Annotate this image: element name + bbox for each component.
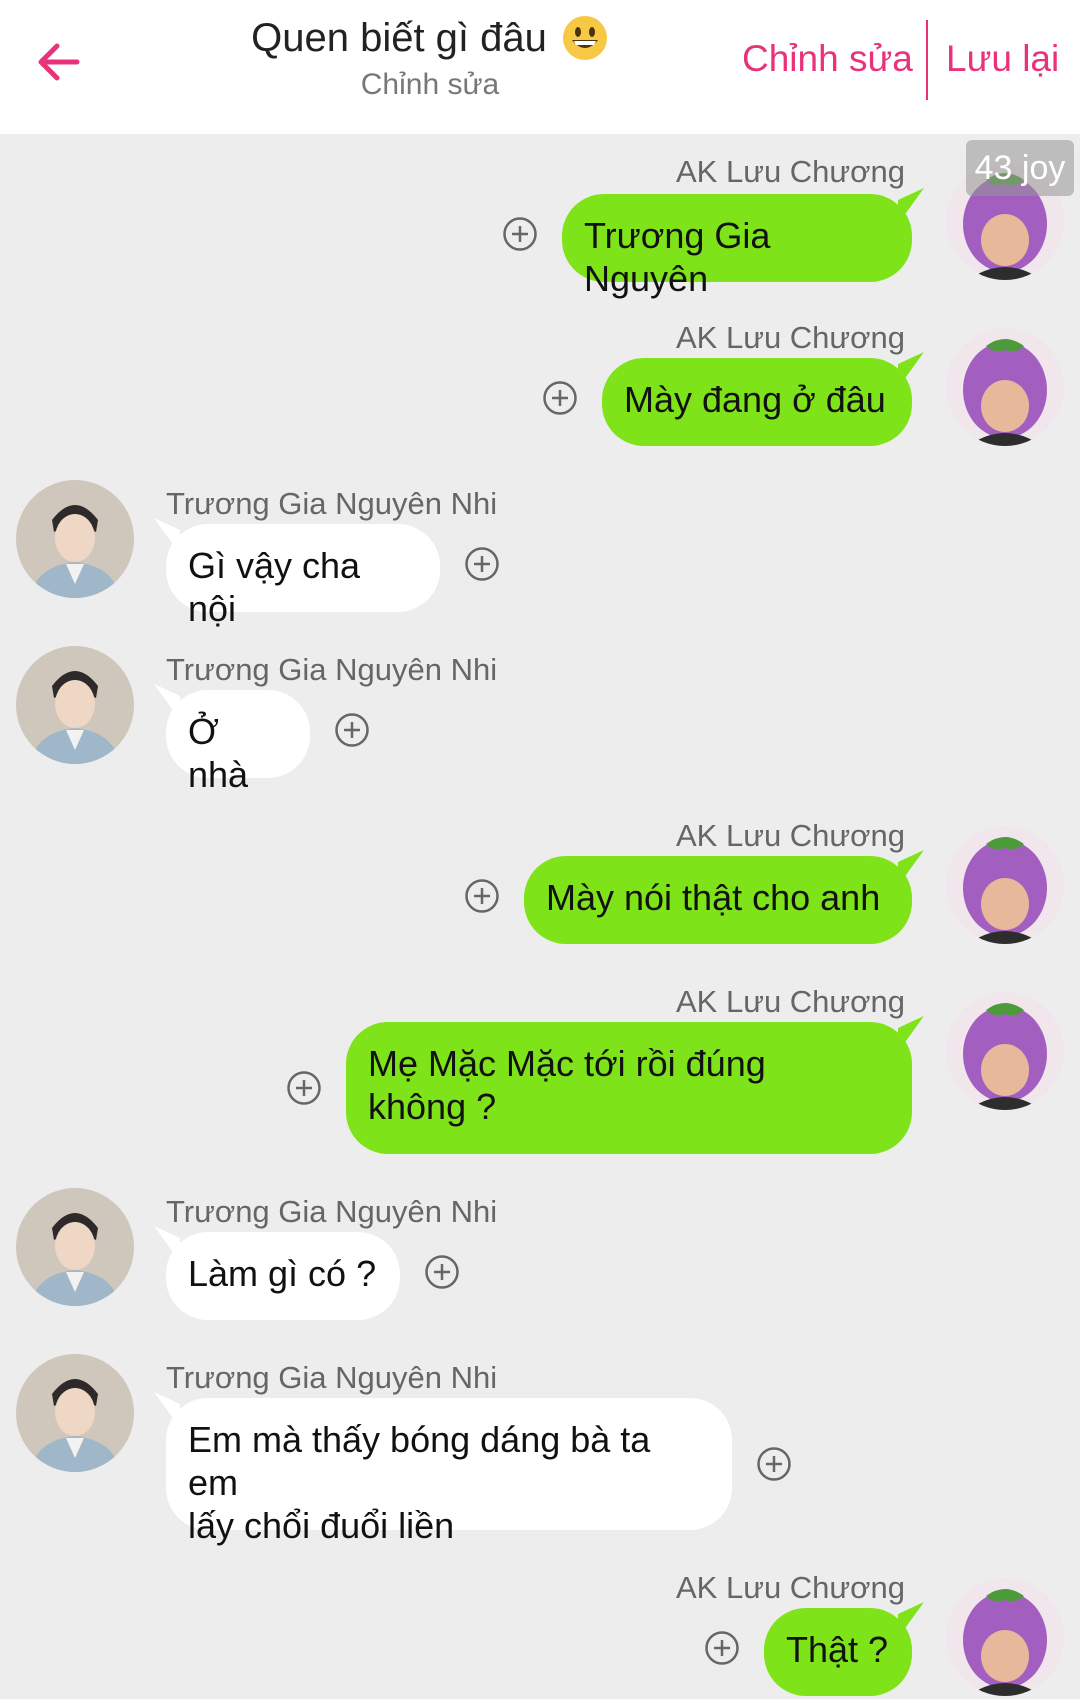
subtitle: Chỉnh sửa	[360, 68, 500, 101]
message-row: AK Lưu Chương Mày đang ở đâu	[0, 300, 1080, 450]
plus-circle-icon[interactable]	[334, 712, 370, 748]
sender-name: AK Lưu Chương	[675, 154, 905, 189]
sender-name: Trương Gia Nguyên Nhi	[166, 1360, 498, 1395]
message-row: AK Lưu Chương Thật ?	[0, 1550, 1080, 1699]
plus-circle-icon[interactable]	[464, 546, 500, 582]
message-line: không ?	[368, 1086, 497, 1127]
sender-name: AK Lưu Chương	[675, 818, 905, 853]
person-avatar-icon	[16, 1188, 134, 1306]
chat-area[interactable]: AK Lưu Chương Trương Gia Nguyên 43 joy A…	[0, 134, 1080, 1699]
message-bubble[interactable]: Gì vậy cha nội	[166, 524, 440, 629]
message-bubble[interactable]: Làm gì có ?	[166, 1232, 400, 1320]
plus-circle-icon[interactable]	[542, 380, 578, 416]
sender-name: AK Lưu Chương	[675, 1570, 905, 1605]
conversation-title: Quen biết gì đâu	[251, 14, 609, 62]
avatar[interactable]	[16, 1188, 134, 1306]
plus-circle-icon[interactable]	[756, 1446, 792, 1482]
plus-circle-icon[interactable]	[502, 216, 538, 252]
message-line: lấy chổi đuổi liền	[188, 1505, 455, 1546]
person-avatar-icon	[16, 1354, 134, 1472]
message-row: Trương Gia Nguyên Nhi Ở nhà	[0, 632, 1080, 795]
sender-name: Trương Gia Nguyên Nhi	[166, 486, 498, 521]
message-bubble[interactable]: Thật ?	[764, 1608, 912, 1696]
plus-circle-icon[interactable]	[424, 1254, 460, 1290]
message-bubble[interactable]: Ở nhà	[166, 690, 310, 795]
message-bubble[interactable]: Trương Gia Nguyên	[562, 194, 912, 299]
save-button[interactable]: Lưu lại	[946, 38, 1059, 80]
plus-circle-icon[interactable]	[704, 1630, 740, 1666]
avatar[interactable]	[946, 992, 1064, 1110]
sender-name: AK Lưu Chương	[675, 320, 905, 355]
message-row: Trương Gia Nguyên Nhi Làm gì có ?	[0, 1174, 1080, 1324]
person-avatar-icon	[16, 480, 134, 598]
plus-circle-icon[interactable]	[286, 1070, 322, 1106]
message-row: Trương Gia Nguyên Nhi Em mà thấy bóng dá…	[0, 1340, 1080, 1546]
view-count-badge: 43 joy	[966, 140, 1074, 196]
eggplant-hat-avatar-icon	[946, 992, 1064, 1110]
message-row: AK Lưu Chương Trương Gia Nguyên 43 joy	[0, 134, 1080, 299]
sender-name: AK Lưu Chương	[675, 984, 905, 1019]
edit-button[interactable]: Chỉnh sửa	[742, 38, 913, 80]
avatar[interactable]	[946, 328, 1064, 446]
message-bubble[interactable]: Mẹ Mặc Mặc tới rồi đúng không ?	[346, 1022, 912, 1154]
plus-circle-icon[interactable]	[464, 878, 500, 914]
back-button[interactable]	[30, 34, 86, 90]
app-header: Quen biết gì đâu Chỉnh sửa Chỉnh sửa Lưu…	[0, 0, 1080, 134]
arrow-left-icon	[38, 43, 80, 81]
message-row: AK Lưu Chương Mày nói thật cho anh	[0, 798, 1080, 948]
message-row: AK Lưu Chương Mẹ Mặc Mặc tới rồi đúng kh…	[0, 964, 1080, 1164]
eggplant-hat-avatar-icon	[946, 826, 1064, 944]
message-bubble[interactable]: Mày nói thật cho anh	[524, 856, 912, 944]
message-bubble[interactable]: Em mà thấy bóng dáng bà ta em lấy chổi đ…	[166, 1398, 732, 1546]
eggplant-hat-avatar-icon	[946, 1578, 1064, 1696]
avatar[interactable]	[16, 480, 134, 598]
grinning-face-icon	[562, 16, 607, 60]
person-avatar-icon	[16, 646, 134, 764]
sender-name: Trương Gia Nguyên Nhi	[166, 1194, 498, 1229]
title-text: Quen biết gì đâu	[251, 15, 547, 60]
avatar[interactable]	[946, 1578, 1064, 1696]
header-divider	[926, 20, 928, 100]
eggplant-hat-avatar-icon	[946, 328, 1064, 446]
avatar[interactable]	[16, 1354, 134, 1472]
sender-name: Trương Gia Nguyên Nhi	[166, 652, 498, 687]
message-line: Em mà thấy bóng dáng bà ta em	[188, 1419, 651, 1503]
message-line: Mẹ Mặc Mặc tới rồi đúng	[368, 1043, 766, 1084]
avatar[interactable]	[946, 826, 1064, 944]
message-bubble[interactable]: Mày đang ở đâu	[602, 358, 912, 446]
title-block: Quen biết gì đâu Chỉnh sửa	[200, 14, 660, 102]
message-row: Trương Gia Nguyên Nhi Gì vậy cha nội	[0, 466, 1080, 629]
avatar[interactable]	[16, 646, 134, 764]
